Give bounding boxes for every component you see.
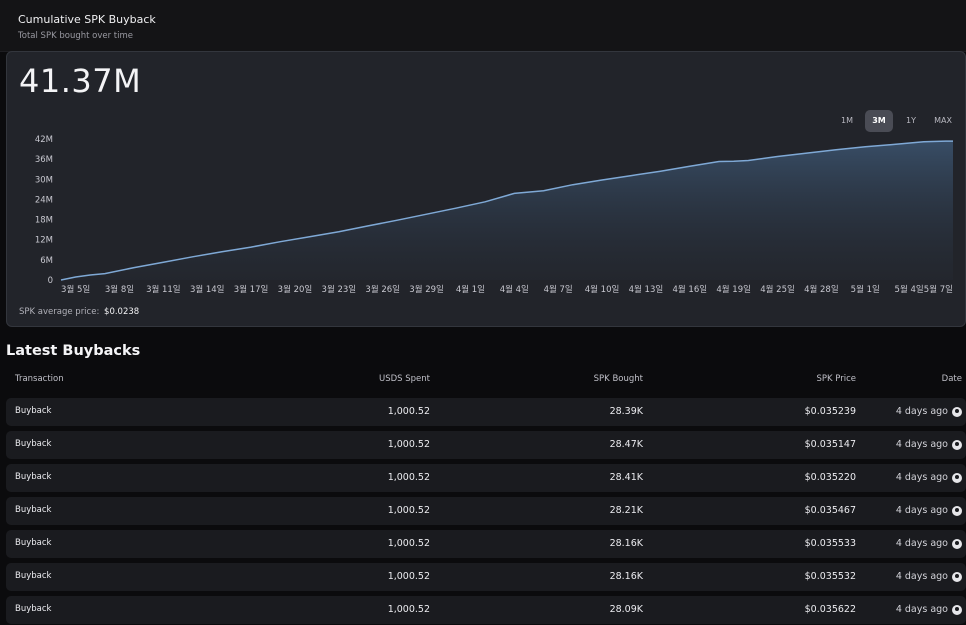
column-header-date: Date bbox=[941, 374, 962, 384]
x-tick-label: 3월 20일 bbox=[278, 284, 313, 295]
x-axis: 3월 5일 3월 8일 3월 11일 3월 14일 3월 17일 3월 20일 3월 23일… bbox=[61, 284, 953, 295]
buyback-area-chart: 42M36M30M24M18M12M6M0 3월 5일 3월 8일 3월 11일 3월… bbox=[35, 135, 953, 295]
transaction-cell: Buyback bbox=[15, 571, 52, 581]
table-row[interactable]: Buyback 1,000.52 28.39K $0.035239 4 days… bbox=[6, 398, 966, 426]
transaction-cell: Buyback bbox=[15, 604, 52, 614]
table-row[interactable]: Buyback 1,000.52 28.09K $0.035622 4 days… bbox=[6, 596, 966, 624]
x-tick-label: 4월 4일 bbox=[500, 284, 529, 295]
transaction-cell: Buyback bbox=[15, 406, 52, 416]
date-cell: 4 days ago bbox=[895, 571, 948, 582]
y-tick-label: 6M bbox=[40, 256, 53, 266]
spk-bought-cell: 28.16K bbox=[609, 571, 643, 582]
x-tick-label: 4월 25일 bbox=[760, 284, 795, 295]
explorer-link-icon[interactable] bbox=[952, 539, 962, 549]
buybacks-table-body: Buyback 1,000.52 28.39K $0.035239 4 days… bbox=[6, 398, 966, 625]
date-cell: 4 days ago bbox=[895, 538, 948, 549]
table-row[interactable]: Buyback 1,000.52 28.21K $0.035467 4 days… bbox=[6, 497, 966, 525]
chart-panel: 41.37M 1M 3M 1Y MAX 42M 36M 30M 24M 18M 12M 6M… bbox=[6, 51, 966, 327]
y-axis: 42M 36M 30M 24M 18M 12M 6M 0 bbox=[35, 135, 53, 286]
table-header: Transaction USDS Spent SPK Bought SPK Pr… bbox=[6, 374, 966, 388]
spk-bought-cell: 28.21K bbox=[609, 505, 643, 516]
explorer-link-icon[interactable] bbox=[952, 572, 962, 582]
spk-price-cell: $0.035533 bbox=[804, 538, 856, 549]
usds-spent-cell: 1,000.52 bbox=[387, 439, 430, 450]
x-tick-label: 5월 4일 bbox=[895, 284, 924, 295]
x-tick-label: 4월 1일 bbox=[456, 284, 485, 295]
average-price-row: SPK average price: $0.0238 bbox=[19, 307, 139, 317]
latest-buybacks-title: Latest Buybacks bbox=[6, 343, 141, 359]
x-tick-label: 3월 5일 bbox=[61, 284, 90, 295]
x-tick-label: 3월 23일 bbox=[322, 284, 357, 295]
usds-spent-cell: 1,000.52 bbox=[387, 472, 430, 483]
y-tick-label: 36M bbox=[35, 155, 53, 165]
column-header-usds-spent: USDS Spent bbox=[379, 374, 430, 384]
spk-bought-cell: 28.47K bbox=[609, 439, 643, 450]
y-tick-label: 30M bbox=[35, 175, 53, 185]
x-tick-label: 4월 16일 bbox=[672, 284, 707, 295]
x-tick-label: 3월 14일 bbox=[190, 284, 225, 295]
column-header-transaction: Transaction bbox=[15, 374, 64, 384]
x-tick-label: 3월 8일 bbox=[105, 284, 134, 295]
explorer-link-icon[interactable] bbox=[952, 440, 962, 450]
explorer-link-icon[interactable] bbox=[952, 605, 962, 615]
transaction-cell: Buyback bbox=[15, 439, 52, 449]
x-tick-label: 4월 19일 bbox=[716, 284, 751, 295]
date-cell: 4 days ago bbox=[895, 406, 948, 417]
spk-bought-cell: 28.39K bbox=[609, 406, 643, 417]
date-cell: 4 days ago bbox=[895, 505, 948, 516]
transaction-cell: Buyback bbox=[15, 472, 52, 482]
x-tick-label: 3월 17일 bbox=[234, 284, 269, 295]
x-tick-label: 4월 10일 bbox=[585, 284, 620, 295]
explorer-link-icon[interactable] bbox=[952, 407, 962, 417]
card-subtitle: Total SPK bought over time bbox=[18, 31, 134, 41]
spk-price-cell: $0.035467 bbox=[804, 505, 856, 516]
y-tick-label: 24M bbox=[35, 195, 53, 205]
x-tick-label: 4월 13일 bbox=[629, 284, 664, 295]
date-cell: 4 days ago bbox=[895, 439, 948, 450]
x-tick-label: 5월 7일 bbox=[924, 284, 953, 295]
usds-spent-cell: 1,000.52 bbox=[387, 604, 430, 615]
transaction-cell: Buyback bbox=[15, 538, 52, 548]
average-price-value: $0.0238 bbox=[104, 307, 140, 317]
x-tick-label: 4월 7일 bbox=[544, 284, 573, 295]
x-tick-label: 5월 1일 bbox=[851, 284, 880, 295]
spk-bought-cell: 28.16K bbox=[609, 538, 643, 549]
card-title: Cumulative SPK Buyback bbox=[18, 13, 156, 26]
spk-price-cell: $0.035220 bbox=[804, 472, 856, 483]
usds-spent-cell: 1,000.52 bbox=[387, 538, 430, 549]
explorer-link-icon[interactable] bbox=[952, 506, 962, 516]
y-tick-label: 0 bbox=[48, 276, 53, 286]
x-tick-label: 4월 28일 bbox=[804, 284, 839, 295]
explorer-link-icon[interactable] bbox=[952, 473, 962, 483]
spk-bought-cell: 28.41K bbox=[609, 472, 643, 483]
spk-bought-cell: 28.09K bbox=[609, 604, 643, 615]
y-tick-label: 12M bbox=[35, 236, 53, 246]
table-row[interactable]: Buyback 1,000.52 28.16K $0.035533 4 days… bbox=[6, 530, 966, 558]
date-cell: 4 days ago bbox=[895, 472, 948, 483]
series-area bbox=[61, 141, 953, 280]
column-header-spk-price: SPK Price bbox=[816, 374, 856, 384]
transaction-cell: Buyback bbox=[15, 505, 52, 515]
table-row[interactable]: Buyback 1,000.52 28.16K $0.035532 4 days… bbox=[6, 563, 966, 591]
date-cell: 4 days ago bbox=[895, 604, 948, 615]
spk-price-cell: $0.035622 bbox=[804, 604, 856, 615]
table-row[interactable]: Buyback 1,000.52 28.41K $0.035220 4 days… bbox=[6, 464, 966, 492]
spk-price-cell: $0.035532 bbox=[804, 571, 856, 582]
y-tick-label: 18M bbox=[35, 216, 53, 226]
usds-spent-cell: 1,000.52 bbox=[387, 505, 430, 516]
average-price-label: SPK average price: bbox=[19, 307, 100, 317]
y-tick-label: 42M bbox=[35, 135, 53, 145]
chart-card-header: Cumulative SPK Buyback Total SPK bought … bbox=[0, 0, 966, 52]
usds-spent-cell: 1,000.52 bbox=[387, 571, 430, 582]
spk-price-cell: $0.035147 bbox=[804, 439, 856, 450]
x-tick-label: 3월 26일 bbox=[365, 284, 400, 295]
column-header-spk-bought: SPK Bought bbox=[593, 374, 643, 384]
x-tick-label: 3월 29일 bbox=[409, 284, 444, 295]
x-tick-label: 3월 11일 bbox=[146, 284, 181, 295]
table-row[interactable]: Buyback 1,000.52 28.47K $0.035147 4 days… bbox=[6, 431, 966, 459]
usds-spent-cell: 1,000.52 bbox=[387, 406, 430, 417]
spk-price-cell: $0.035239 bbox=[804, 406, 856, 417]
